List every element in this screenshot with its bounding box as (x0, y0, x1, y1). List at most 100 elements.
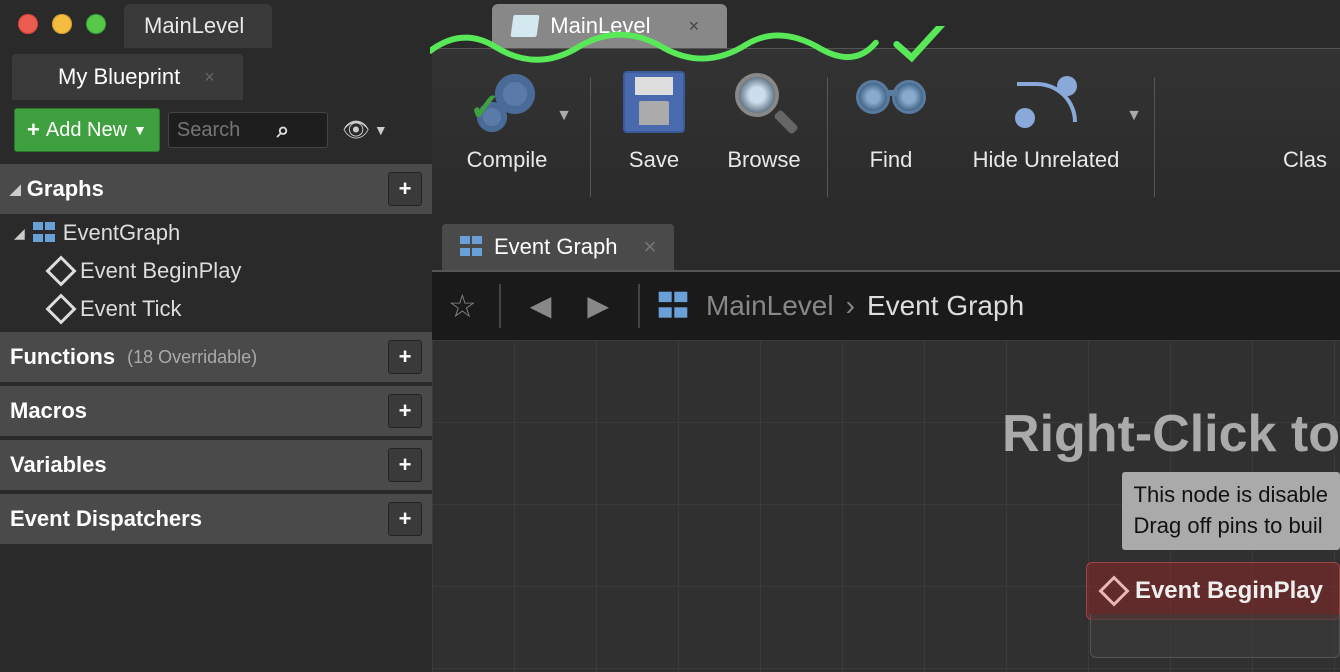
category-graphs-header[interactable]: ◢Graphs + (0, 160, 432, 214)
tree-item-eventgraph[interactable]: ◢ EventGraph (0, 214, 432, 252)
compile-button[interactable]: ✓ Compile ▼ (432, 67, 582, 173)
blueprint-icon (511, 15, 540, 37)
breadcrumb-graph[interactable]: Event Graph (867, 290, 1024, 322)
find-button[interactable]: Find (836, 67, 946, 173)
expand-icon: ◢ (10, 181, 21, 198)
add-new-button[interactable]: + Add New ▼ (14, 108, 160, 152)
tab-label: MainLevel (144, 13, 244, 39)
visibility-filter-button[interactable]: 👁 ▼ (336, 113, 394, 147)
graph-tab-bar: Event Graph × (432, 224, 1340, 270)
browse-icon (733, 71, 795, 133)
chevron-right-icon: › (846, 290, 855, 322)
save-icon (623, 71, 685, 133)
toolbar-divider (827, 77, 828, 197)
binoculars-icon (856, 74, 926, 130)
blueprint-icon (26, 68, 48, 86)
chevron-down-icon[interactable]: ▼ (556, 107, 572, 125)
maximize-window-icon[interactable] (86, 14, 106, 34)
eye-icon: 👁 (342, 117, 370, 143)
chevron-down-icon: ▼ (374, 122, 388, 138)
add-variable-button[interactable]: + (388, 448, 422, 482)
search-input[interactable] (177, 119, 277, 142)
toolbar-divider (1154, 77, 1155, 197)
tree-label: EventGraph (63, 220, 180, 246)
chevron-down-icon[interactable]: ▼ (1126, 107, 1142, 125)
tooltip-line2: Drag off pins to buil (1134, 511, 1328, 542)
my-blueprint-panel: My Blueprint × + Add New ▼ ⌕ 👁 ▼ ◢Graphs (0, 48, 432, 672)
tooltip-line1: This node is disable (1134, 480, 1328, 511)
toolbar-divider (590, 77, 591, 197)
chevron-down-icon: ▼ (133, 122, 147, 138)
tree-item-event-beginplay[interactable]: Event BeginPlay (0, 252, 432, 290)
add-graph-button[interactable]: + (388, 172, 422, 206)
nav-back-button[interactable]: ◄ (523, 285, 559, 327)
save-button[interactable]: Save (599, 67, 709, 173)
close-icon[interactable]: × (689, 16, 700, 37)
panel-title: My Blueprint (58, 64, 180, 90)
my-blueprint-toolbar: + Add New ▼ ⌕ 👁 ▼ (0, 100, 432, 160)
add-macro-button[interactable]: + (388, 394, 422, 428)
add-dispatcher-button[interactable]: + (388, 502, 422, 536)
event-graph-tab[interactable]: Event Graph × (442, 224, 674, 270)
class-settings-button[interactable]: Clas (1270, 67, 1340, 173)
nav-divider (499, 284, 501, 328)
event-beginplay-node[interactable]: Event BeginPlay (1086, 562, 1340, 620)
category-functions-header[interactable]: Functions (18 Overridable) + (0, 328, 432, 382)
main-toolbar: ✓ Compile ▼ Save Browse Find Hide Unrela… (432, 48, 1340, 224)
category-macros-header[interactable]: Macros + (0, 382, 432, 436)
graph-canvas[interactable]: Right-Click to This node is disable Drag… (432, 340, 1340, 672)
browse-button[interactable]: Browse (709, 67, 819, 173)
toolbar-label: Find (870, 147, 913, 173)
graph-icon (659, 292, 688, 321)
title-tab-strip: MainLevel MainLevel × (124, 0, 727, 48)
tree-label: Event BeginPlay (80, 258, 241, 284)
plus-icon: + (27, 117, 40, 143)
editor-main: ✓ Compile ▼ Save Browse Find Hide Unrela… (432, 48, 1340, 672)
tree-label: Event Tick (80, 296, 181, 322)
category-label: Functions (10, 344, 115, 370)
class-icon (1270, 67, 1340, 137)
minimize-window-icon[interactable] (52, 14, 72, 34)
title-tab-mainlevel-2[interactable]: MainLevel × (492, 4, 727, 48)
nav-forward-button[interactable]: ► (580, 285, 616, 327)
favorite-icon[interactable]: ☆ (448, 287, 477, 325)
category-event-dispatchers-header[interactable]: Event Dispatchers + (0, 490, 432, 544)
compile-icon: ✓ (475, 70, 539, 134)
search-icon: ⌕ (277, 117, 289, 143)
toolbar-label: Compile (467, 147, 548, 173)
hide-unrelated-button[interactable]: Hide Unrelated ▼ (946, 67, 1146, 173)
toolbar-label: Browse (727, 147, 800, 173)
expand-icon: ◢ (14, 225, 25, 242)
tree-item-event-tick[interactable]: Event Tick (0, 290, 432, 328)
category-label: Variables (10, 452, 107, 478)
add-function-button[interactable]: + (388, 340, 422, 374)
event-beginplay-node-body[interactable] (1090, 614, 1340, 658)
event-icon (45, 293, 76, 324)
nav-divider (638, 284, 640, 328)
category-sublabel: (18 Overridable) (127, 347, 257, 368)
node-tooltip: This node is disable Drag off pins to bu… (1122, 472, 1340, 550)
graph-nav-bar: ☆ ◄ ► MainLevel › Event Graph (432, 270, 1340, 340)
breadcrumb: MainLevel › Event Graph (706, 290, 1024, 322)
category-label: Macros (10, 398, 87, 424)
my-blueprint-tab[interactable]: My Blueprint × (12, 54, 243, 100)
event-icon (1098, 575, 1129, 606)
tab-label: MainLevel (550, 13, 650, 39)
canvas-hint-text: Right-Click to (1002, 404, 1340, 464)
add-new-label: Add New (46, 119, 127, 142)
category-label: Event Dispatchers (10, 506, 202, 532)
toolbar-label: Save (629, 147, 679, 173)
breadcrumb-level[interactable]: MainLevel (706, 290, 834, 322)
close-window-icon[interactable] (18, 14, 38, 34)
close-icon[interactable]: × (204, 67, 215, 88)
title-tab-mainlevel-1[interactable]: MainLevel (124, 4, 272, 48)
graph-icon (33, 222, 55, 244)
window-controls (0, 14, 124, 34)
category-variables-header[interactable]: Variables + (0, 436, 432, 490)
window-titlebar: MainLevel MainLevel × (0, 0, 1340, 48)
event-icon (45, 255, 76, 286)
close-icon[interactable]: × (644, 234, 657, 260)
search-field[interactable]: ⌕ (168, 112, 328, 148)
tab-label: Event Graph (494, 234, 618, 260)
toolbar-label: Hide Unrelated (973, 147, 1120, 173)
